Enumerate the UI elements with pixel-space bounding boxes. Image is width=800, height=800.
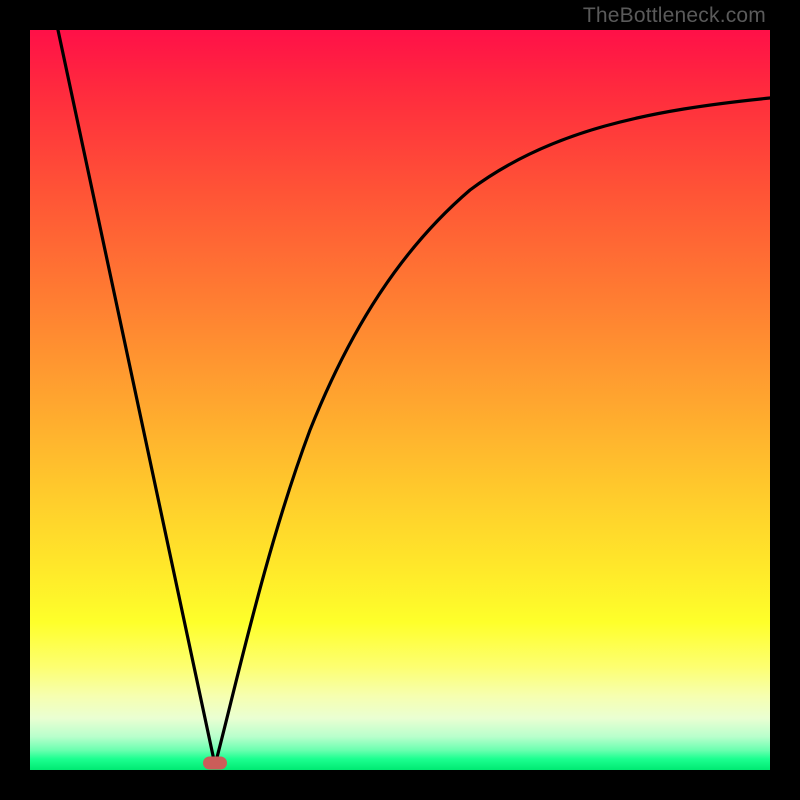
chart-frame: TheBottleneck.com: [0, 0, 800, 800]
plot-area: [30, 30, 770, 770]
minimum-marker: [203, 757, 227, 770]
watermark-text: TheBottleneck.com: [583, 4, 766, 28]
